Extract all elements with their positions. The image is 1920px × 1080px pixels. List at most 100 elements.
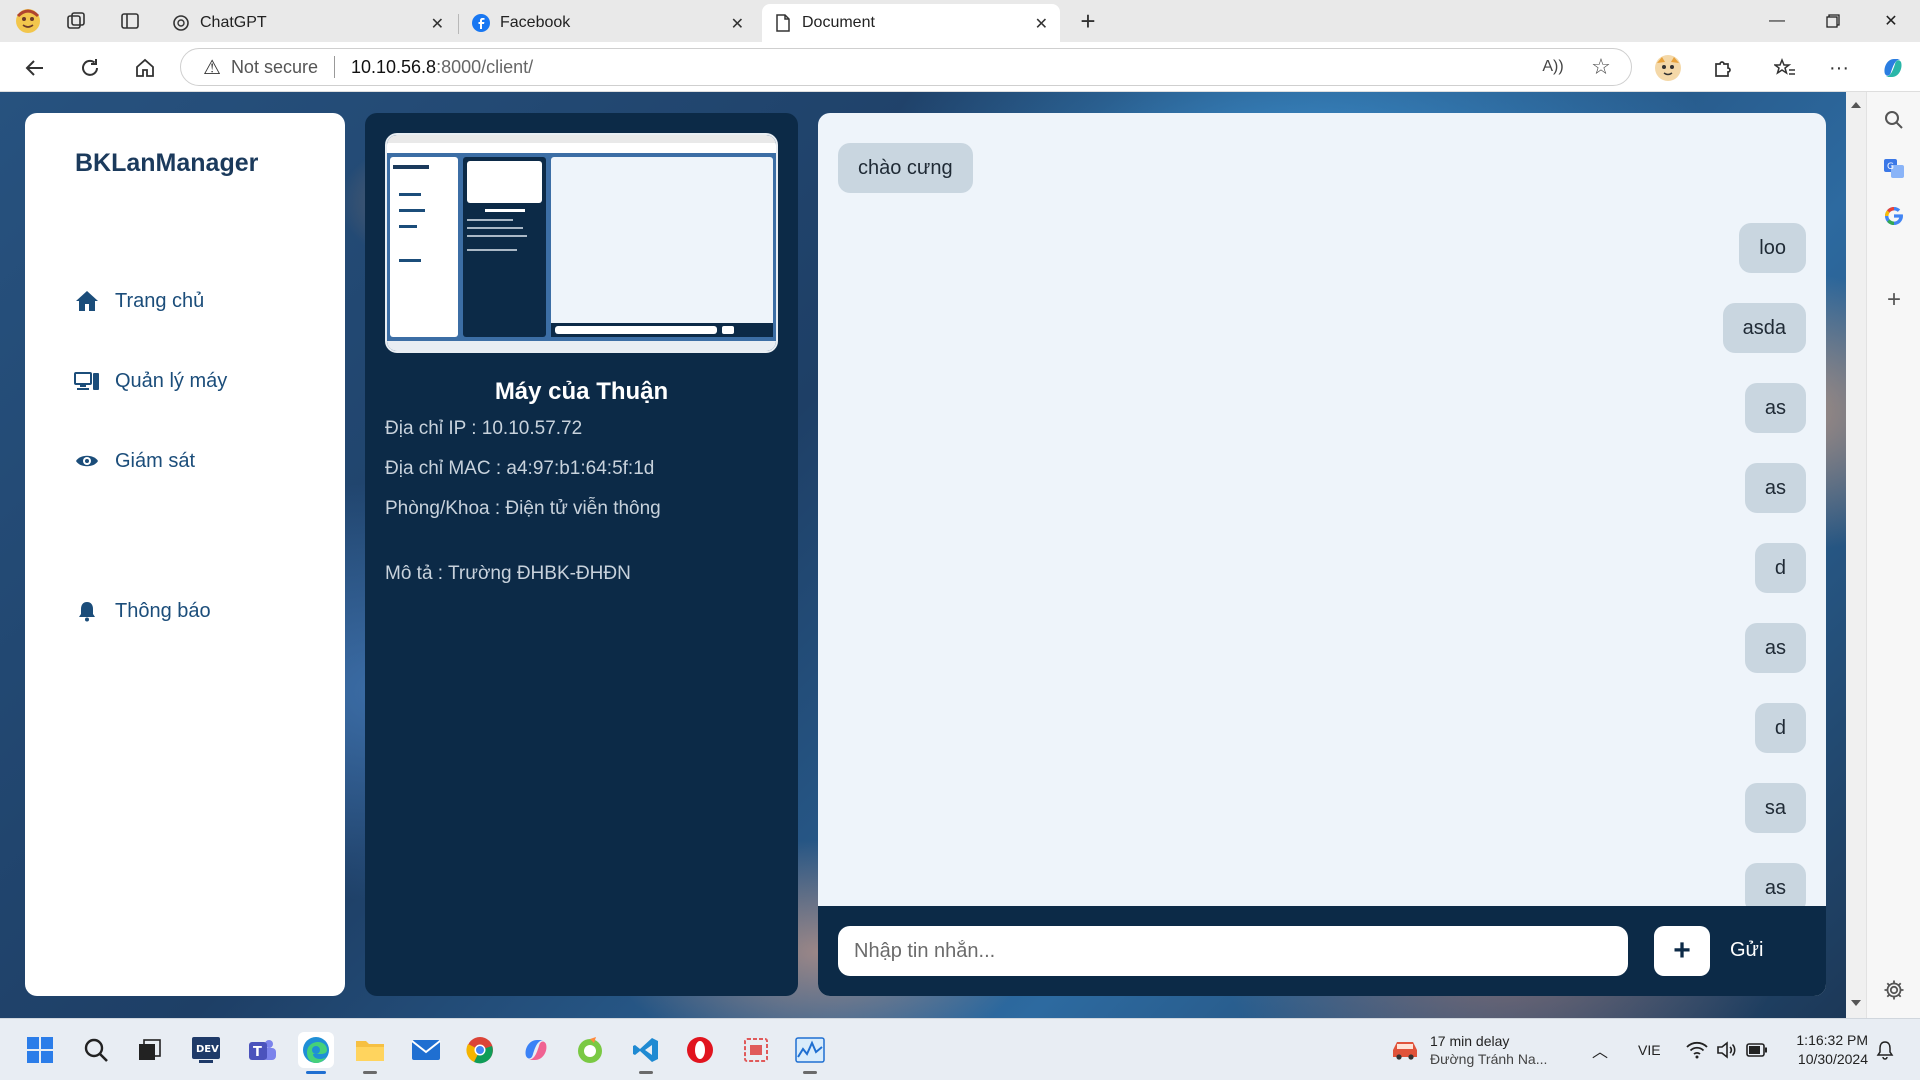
machine-info-panel: Máy của Thuận Địa chỉ IP : 10.10.57.72 Đ… (365, 113, 798, 996)
opera-icon[interactable] (682, 1032, 718, 1068)
volume-icon[interactable] (1716, 1019, 1738, 1080)
weather-subtitle: Đường Tránh Na... (1430, 1051, 1548, 1067)
nav-item-home[interactable]: Trang chủ (73, 289, 204, 313)
svg-text:G: G (1887, 162, 1894, 172)
extensions-puzzle-icon[interactable] (1708, 53, 1738, 83)
extension-avatar-icon[interactable] (1653, 53, 1683, 83)
bell-icon (73, 599, 101, 623)
chat-message-sent: sa (1744, 783, 1806, 833)
attach-button[interactable]: + (1654, 926, 1710, 976)
read-aloud-icon[interactable]: A)) (1539, 53, 1567, 81)
settings-gear-icon[interactable] (1880, 976, 1908, 1004)
add-sidebar-app-icon[interactable]: + (1880, 286, 1908, 314)
snipping-tool-icon[interactable] (738, 1032, 774, 1068)
clock-date: 10/30/2024 (1797, 1051, 1868, 1067)
security-label[interactable]: Not secure (231, 57, 318, 78)
google-icon[interactable] (1880, 202, 1908, 230)
close-tab-icon[interactable]: ✕ (431, 14, 444, 34)
input-language[interactable]: VIE (1638, 1019, 1661, 1080)
app-sidebar: BKLanManager Trang chủ Quản lý máy Giám … (25, 113, 345, 996)
vertical-tabs-icon[interactable] (116, 7, 144, 35)
dev-home-icon[interactable]: DEV (188, 1032, 224, 1068)
tab-document[interactable]: Document ✕ (762, 4, 1060, 42)
mail-icon[interactable] (408, 1032, 444, 1068)
screen-thumbnail[interactable] (385, 133, 778, 353)
chat-message-sent: d (1754, 703, 1806, 753)
refresh-icon[interactable] (75, 53, 105, 83)
chat-message-sent: asda (1722, 303, 1806, 353)
translate-icon[interactable]: G (1880, 154, 1908, 182)
home-icon (73, 289, 101, 313)
browser-tab-strip: ChatGPT ✕ Facebook ✕ Document ✕ + — ✕ (0, 0, 1920, 42)
copilot-app-icon[interactable] (518, 1032, 554, 1068)
edge-browser-icon[interactable] (298, 1032, 334, 1074)
chat-message-sent: as (1744, 463, 1806, 513)
minimize-icon[interactable]: — (1762, 8, 1792, 34)
browser-toolbar: ⚠ Not secure 10.10.56.8:8000/client/ A))… (0, 42, 1920, 92)
url-host: 10.10.56.8 (350, 56, 437, 77)
document-icon (774, 14, 792, 32)
task-view-icon[interactable] (132, 1032, 168, 1068)
svg-text:DEV: DEV (196, 1044, 219, 1055)
home-button-icon[interactable] (130, 53, 160, 83)
tab-facebook[interactable]: Facebook ✕ (460, 4, 756, 42)
eye-icon (73, 449, 101, 473)
devices-icon (73, 369, 101, 393)
clock-time: 1:16:32 PM (1796, 1032, 1868, 1048)
chat-message-sent: loo (1739, 223, 1806, 273)
clipchamp-icon[interactable] (572, 1032, 608, 1068)
wifi-icon[interactable] (1686, 1019, 1708, 1080)
tab-title: Facebook (500, 14, 571, 31)
nav-item-label: Quản lý máy (115, 369, 228, 392)
copilot-icon[interactable] (1878, 53, 1908, 83)
favorite-star-icon[interactable]: ☆ (1587, 53, 1615, 81)
resource-monitor-icon[interactable] (792, 1032, 828, 1074)
svg-text:T: T (253, 1045, 262, 1060)
traffic-car-icon (1390, 1038, 1420, 1063)
tab-separator (458, 14, 459, 34)
warning-icon[interactable]: ⚠ (203, 55, 221, 80)
address-divider (333, 56, 335, 78)
brand-logo-text[interactable]: BKLanManager (75, 149, 258, 178)
close-window-icon[interactable]: ✕ (1876, 8, 1906, 34)
new-tab-icon[interactable]: + (1074, 6, 1102, 36)
workspaces-icon[interactable] (62, 7, 90, 35)
address-bar[interactable]: ⚠ Not secure 10.10.56.8:8000/client/ A))… (180, 48, 1632, 86)
taskbar-search-icon[interactable] (78, 1032, 114, 1068)
machine-name: Máy của Thuận (494, 378, 669, 405)
running-indicator (803, 1071, 817, 1074)
favorites-icon[interactable] (1770, 53, 1800, 83)
nav-item-notifications[interactable]: Thông báo (73, 599, 211, 623)
nav-item-monitor[interactable]: Giám sát (73, 449, 195, 473)
tab-chatgpt[interactable]: ChatGPT ✕ (160, 4, 456, 42)
battery-icon[interactable] (1746, 1019, 1768, 1080)
close-tab-icon[interactable]: ✕ (731, 14, 744, 34)
running-indicator (363, 1071, 377, 1074)
weather-widget[interactable]: 17 min delay Đường Tránh Na... (1390, 1019, 1547, 1080)
start-menu-icon[interactable] (22, 1032, 58, 1068)
profile-avatar-icon[interactable] (14, 7, 42, 35)
more-menu-icon[interactable]: ··· (1824, 53, 1854, 83)
restore-icon[interactable] (1818, 8, 1848, 34)
file-explorer-icon[interactable] (352, 1032, 388, 1074)
machine-description: Mô tả : Trường ĐHBK-ĐHĐN (385, 563, 631, 584)
back-icon[interactable] (20, 53, 50, 83)
close-tab-icon[interactable]: ✕ (1035, 14, 1048, 34)
send-button[interactable]: Gửi (1730, 939, 1763, 962)
show-hidden-icons-chevron-icon[interactable]: ︿ (1592, 1019, 1608, 1080)
page-scrollbar[interactable] (1846, 92, 1866, 1018)
teams-icon[interactable]: T (244, 1032, 280, 1068)
clock[interactable]: 1:16:32 PM 10/30/2024 (1786, 1019, 1868, 1080)
vscode-icon[interactable] (628, 1032, 664, 1074)
notification-bell-icon[interactable] (1876, 1019, 1894, 1080)
chrome-icon[interactable] (462, 1032, 498, 1068)
nav-item-machines[interactable]: Quản lý máy (73, 369, 227, 393)
tab-title: ChatGPT (200, 14, 267, 31)
chat-message-sent: as (1744, 623, 1806, 673)
nav-item-label: Thông báo (115, 599, 211, 622)
search-icon[interactable] (1880, 106, 1908, 134)
chat-message-received: chào cưng (838, 143, 973, 193)
message-input[interactable] (838, 926, 1628, 976)
chat-message-sent: as (1744, 383, 1806, 433)
url-path: :8000/client/ (436, 56, 534, 77)
